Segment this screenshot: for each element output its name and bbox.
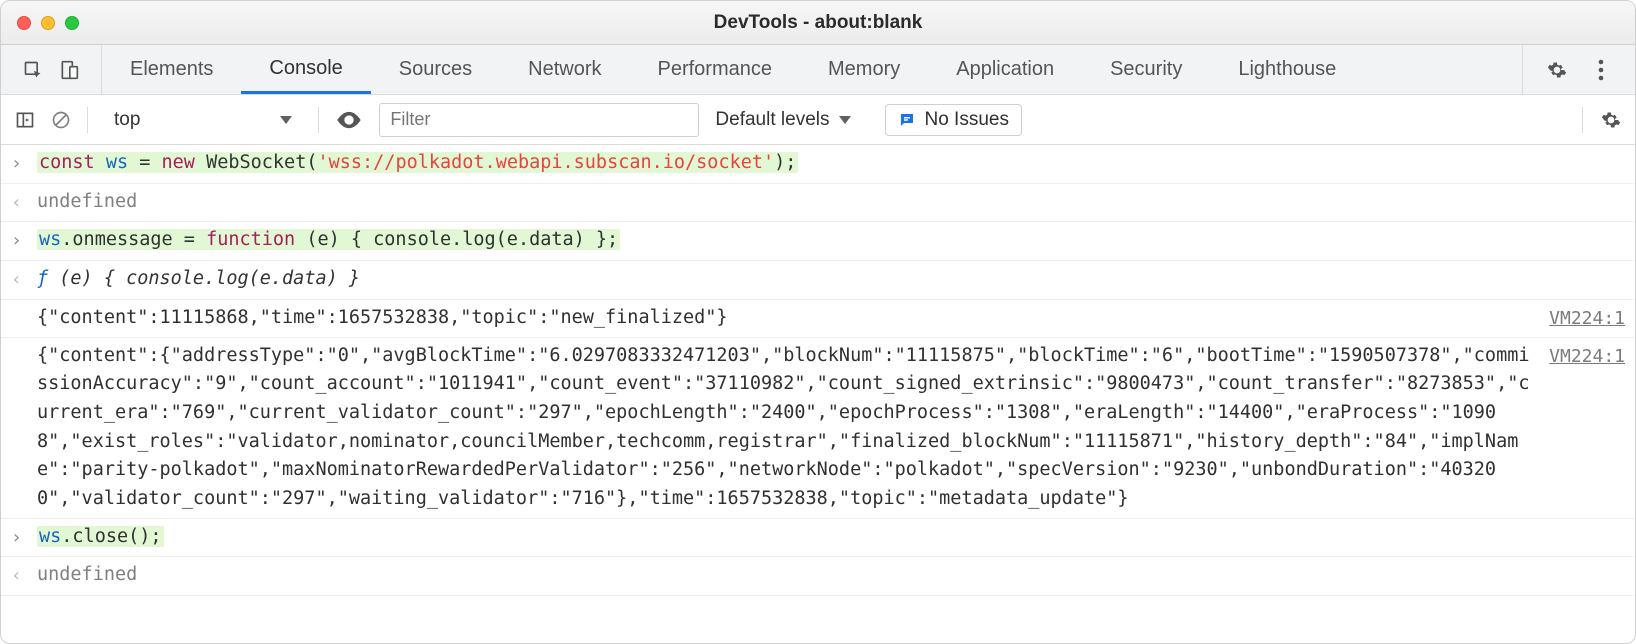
context-label: top xyxy=(114,109,140,131)
return-icon xyxy=(11,188,37,218)
chevron-down-icon xyxy=(280,116,292,124)
console-text[interactable]: ƒ (e) { console.log(e.data) } xyxy=(37,265,1625,294)
issues-icon xyxy=(898,111,916,129)
clear-console-icon[interactable] xyxy=(51,110,71,130)
blank xyxy=(11,342,37,343)
console-output[interactable]: const ws = new WebSocket('wss://polkadot… xyxy=(1,145,1635,643)
tab-application[interactable]: Application xyxy=(928,45,1082,94)
console-row-output-fn: ƒ (e) { console.log(e.data) } xyxy=(1,261,1635,300)
sidebar-toggle-icon[interactable] xyxy=(15,110,35,130)
prompt-icon xyxy=(11,226,37,256)
separator xyxy=(87,107,88,133)
log-levels-selector[interactable]: Default levels xyxy=(715,109,851,131)
separator xyxy=(318,107,319,133)
console-row-input: ws.onmessage = function (e) { console.lo… xyxy=(1,222,1635,261)
tabs-right xyxy=(1522,45,1635,94)
execution-context-selector[interactable]: top xyxy=(104,109,302,131)
levels-label: Default levels xyxy=(715,109,829,131)
devtools-window: DevTools - about:blank Elements Console … xyxy=(0,0,1636,644)
tab-security[interactable]: Security xyxy=(1082,45,1210,94)
prompt-icon xyxy=(11,523,37,553)
console-text[interactable]: {"content":11115868,"time":1657532838,"t… xyxy=(37,304,1531,333)
chevron-down-icon xyxy=(839,116,851,124)
tabs-row: Elements Console Sources Network Perform… xyxy=(1,45,1635,95)
console-row-log: {"content":11115868,"time":1657532838,"t… xyxy=(1,300,1635,338)
prompt-icon xyxy=(11,149,37,179)
filter-input[interactable] xyxy=(379,103,699,137)
tab-network[interactable]: Network xyxy=(500,45,629,94)
tabs-left-icons xyxy=(1,45,102,94)
console-text[interactable]: {"content":{"addressType":"0","avgBlockT… xyxy=(37,342,1531,514)
issues-label: No Issues xyxy=(924,109,1008,131)
tab-console[interactable]: Console xyxy=(241,45,370,94)
console-row-output: undefined xyxy=(1,184,1635,223)
tab-lighthouse[interactable]: Lighthouse xyxy=(1210,45,1364,94)
live-expression-icon[interactable] xyxy=(335,106,363,134)
blank xyxy=(11,304,37,305)
return-icon xyxy=(11,561,37,591)
window-title: DevTools - about:blank xyxy=(1,12,1635,34)
tab-performance[interactable]: Performance xyxy=(630,45,801,94)
console-text[interactable]: const ws = new WebSocket('wss://polkadot… xyxy=(37,149,1625,178)
console-toolbar: top Default levels No Issues xyxy=(1,95,1635,145)
console-text[interactable]: undefined xyxy=(37,188,1625,217)
titlebar: DevTools - about:blank xyxy=(1,1,1635,45)
tab-sources[interactable]: Sources xyxy=(371,45,500,94)
source-link[interactable]: VM224:1 xyxy=(1531,342,1625,371)
issues-button[interactable]: No Issues xyxy=(885,104,1021,136)
gear-icon[interactable] xyxy=(1601,110,1621,130)
console-text[interactable]: ws.onmessage = function (e) { console.lo… xyxy=(37,226,1625,255)
source-link[interactable]: VM224:1 xyxy=(1531,304,1625,333)
separator xyxy=(1582,107,1583,133)
console-row-output: undefined xyxy=(1,557,1635,596)
tab-memory[interactable]: Memory xyxy=(800,45,928,94)
return-icon xyxy=(11,265,37,295)
more-vert-icon[interactable] xyxy=(1591,60,1611,80)
console-row-input: ws.close(); xyxy=(1,519,1635,558)
panel-tabs: Elements Console Sources Network Perform… xyxy=(102,45,1364,94)
console-row-input: const ws = new WebSocket('wss://polkadot… xyxy=(1,145,1635,184)
console-row-log: {"content":{"addressType":"0","avgBlockT… xyxy=(1,338,1635,519)
gear-icon[interactable] xyxy=(1547,60,1567,80)
console-text[interactable]: undefined xyxy=(37,561,1625,590)
console-text[interactable]: ws.close(); xyxy=(37,523,1625,552)
tab-elements[interactable]: Elements xyxy=(102,45,241,94)
device-toolbar-icon[interactable] xyxy=(59,60,79,80)
inspect-element-icon[interactable] xyxy=(23,60,43,80)
